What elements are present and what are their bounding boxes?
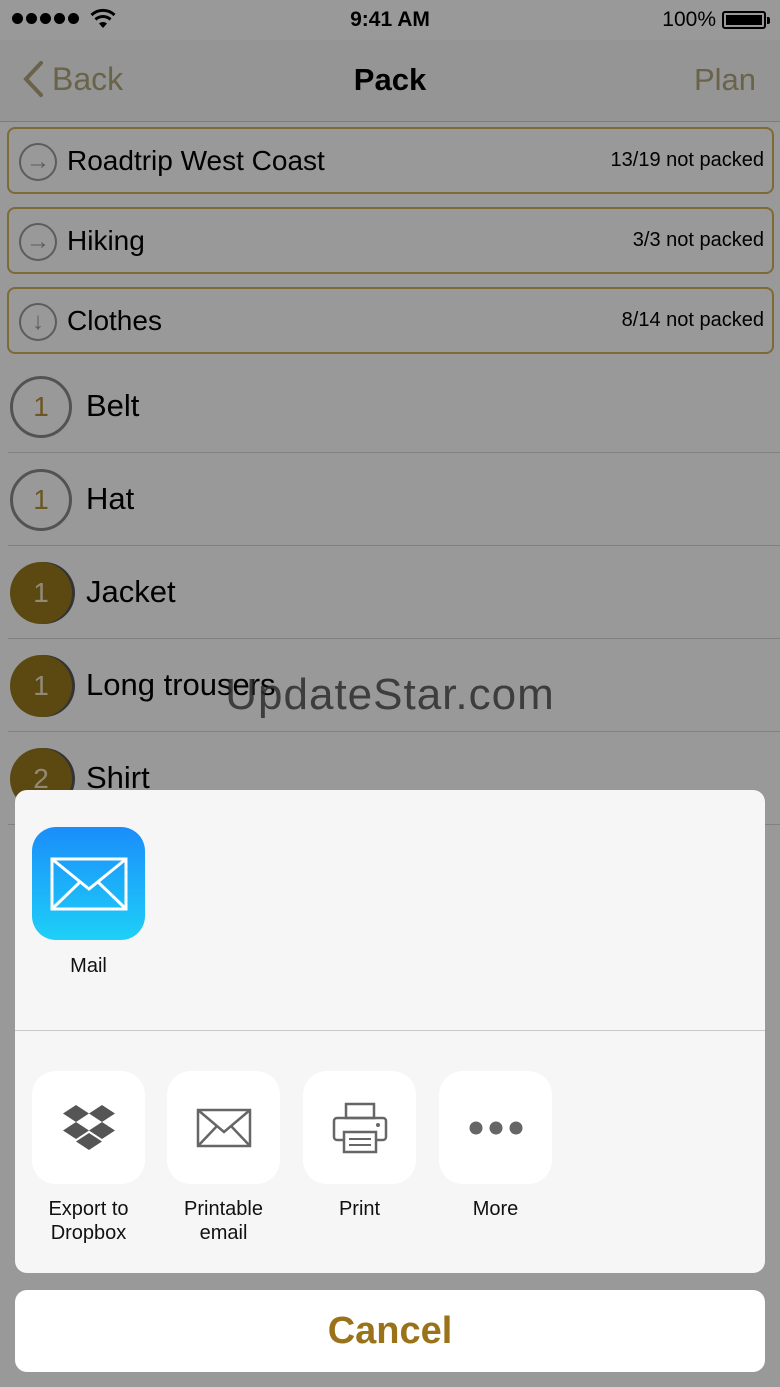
dropbox-icon: [32, 1071, 145, 1184]
more-action[interactable]: More: [439, 1071, 552, 1221]
share-app-mail[interactable]: Mail: [32, 827, 145, 978]
label-line: More: [472, 1198, 519, 1220]
printer-icon: [303, 1071, 416, 1184]
mail-icon: [32, 827, 145, 940]
label-line: Dropbox: [50, 1222, 127, 1244]
print-action[interactable]: Print: [303, 1071, 416, 1221]
tile-label: Printable email: [167, 1197, 280, 1245]
share-sheet: Mail Export to Dropbox Printable email P…: [15, 790, 765, 1273]
label-line: email: [199, 1222, 248, 1244]
watermark-text: UpdateStar.com: [225, 670, 555, 719]
envelope-icon: [167, 1071, 280, 1184]
more-icon: [439, 1071, 552, 1184]
printable-email-action[interactable]: Printable email: [167, 1071, 280, 1245]
cancel-button[interactable]: Cancel: [15, 1290, 765, 1372]
tile-label: Export to Dropbox: [32, 1197, 145, 1245]
sheet-divider: [15, 1030, 765, 1031]
label-line: Export to: [48, 1198, 129, 1220]
tile-label: Mail: [70, 955, 107, 977]
tile-label: More: [439, 1197, 552, 1221]
export-dropbox-action[interactable]: Export to Dropbox: [32, 1071, 145, 1245]
tile-label: Print: [303, 1197, 416, 1221]
label-line: Print: [338, 1198, 381, 1220]
label-line: Printable: [184, 1198, 263, 1220]
